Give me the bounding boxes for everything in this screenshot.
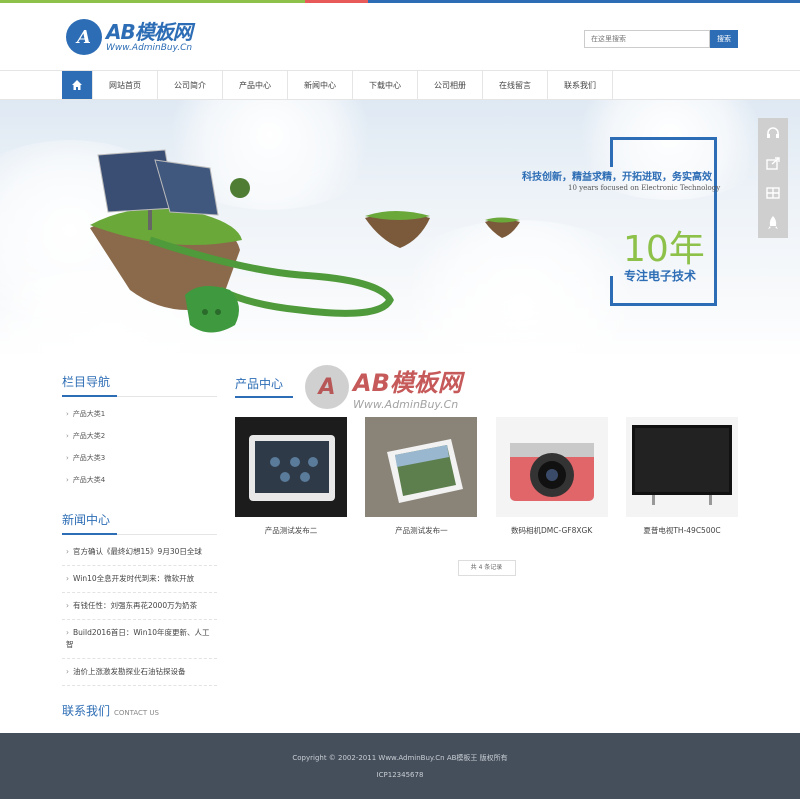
- news-title: 新闻中心: [62, 511, 217, 535]
- solar-island-image: [90, 149, 520, 333]
- product-card[interactable]: 产品测试发布一: [365, 417, 478, 536]
- news-item[interactable]: 有钱任性：刘强东再花2000万为奶茶: [62, 593, 217, 620]
- logo-url: Www.AdminBuy.Cn: [106, 42, 193, 53]
- nav-item-album[interactable]: 公司相册: [418, 71, 483, 99]
- product-section: 产品中心 产品测试发布二 产品测试发布一 数码相机DMC-GF8XGK 夏普电视…: [235, 375, 738, 576]
- share-icon[interactable]: [758, 148, 788, 178]
- home-icon: [72, 80, 82, 90]
- rocket-icon[interactable]: [758, 208, 788, 238]
- footer: Copyright © 2002-2011 Www.AdminBuy.Cn AB…: [0, 733, 800, 799]
- category-item[interactable]: 产品大类3: [62, 447, 217, 469]
- category-list: 产品大类1 产品大类2 产品大类3 产品大类4: [62, 403, 217, 491]
- header: A AB模板网 Www.AdminBuy.Cn 搜索: [0, 3, 800, 70]
- product-card[interactable]: 产品测试发布二: [235, 417, 347, 536]
- search-bar: 搜索: [584, 30, 738, 48]
- banner-focus: 专注电子技术: [624, 269, 697, 283]
- nav-item-news[interactable]: 新闻中心: [288, 71, 353, 99]
- news-item[interactable]: Build2016首日：Win10年度更新、人工智: [62, 620, 217, 659]
- banner-years: 10年: [623, 229, 705, 270]
- product-caption: 产品测试发布二: [264, 526, 318, 535]
- search-button[interactable]: 搜索: [710, 30, 738, 48]
- product-card[interactable]: 夏普电视TH-49C500C: [625, 417, 738, 536]
- nav-item-contact[interactable]: 联系我们: [548, 71, 613, 99]
- category-item[interactable]: 产品大类1: [62, 403, 217, 425]
- headset-icon[interactable]: [758, 118, 788, 148]
- category-nav-title: 栏目导航: [62, 373, 217, 397]
- product-caption: 产品测试发布一: [395, 526, 448, 535]
- contact-title: 联系我们 CONTACT US: [62, 704, 160, 718]
- news-item[interactable]: Win10全息开发时代到来：微软开放: [62, 566, 217, 593]
- category-item[interactable]: 产品大类2: [62, 425, 217, 447]
- product-card[interactable]: 数码相机DMC-GF8XGK: [495, 417, 608, 536]
- product-image: [365, 417, 478, 517]
- nav-item-download[interactable]: 下载中心: [353, 71, 418, 99]
- product-image: [235, 417, 347, 517]
- logo-mark: A: [66, 19, 102, 55]
- main-nav: 网站首页 公司简介 产品中心 新闻中心 下载中心 公司相册 在线留言 联系我们: [0, 70, 800, 100]
- sidebar: 栏目导航 产品大类1 产品大类2 产品大类3 产品大类4 新闻中心 官方确认《最…: [62, 373, 217, 725]
- footer-copyright: Copyright © 2002-2011 Www.AdminBuy.Cn AB…: [292, 754, 508, 762]
- nav-item-message[interactable]: 在线留言: [483, 71, 548, 99]
- site-logo[interactable]: A AB模板网 Www.AdminBuy.Cn: [66, 19, 193, 55]
- nav-item-products[interactable]: 产品中心: [223, 71, 288, 99]
- grid-icon[interactable]: [758, 178, 788, 208]
- banner-slogan: 科技创新，精益求精，开拓进取，务实高效: [522, 172, 712, 183]
- pagination-info: 共 4 条记录: [457, 560, 516, 576]
- footer-icp[interactable]: ICP12345678: [0, 771, 800, 779]
- logo-title: AB模板网: [106, 19, 193, 44]
- product-image: [495, 417, 608, 517]
- nav-item-about[interactable]: 公司简介: [158, 71, 223, 99]
- product-caption: 数码相机DMC-GF8XGK: [511, 526, 593, 535]
- product-grid: 产品测试发布二 产品测试发布一 数码相机DMC-GF8XGK 夏普电视TH-49…: [235, 417, 738, 536]
- news-item[interactable]: 油价上涨激发勘探业石油钻探设备: [62, 659, 217, 686]
- hero-banner[interactable]: 科技创新，精益求精，开拓进取，务实高效 10 years focused on …: [0, 100, 800, 358]
- floating-toolbar: [758, 118, 788, 238]
- category-item[interactable]: 产品大类4: [62, 469, 217, 491]
- search-input[interactable]: [584, 30, 710, 48]
- nav-item-home[interactable]: 网站首页: [93, 71, 158, 99]
- banner-slogan-en: 10 years focused on Electronic Technolog…: [568, 184, 721, 192]
- news-item[interactable]: 官方确认《最终幻想15》9月30日全球: [62, 539, 217, 566]
- nav-home[interactable]: [62, 71, 93, 99]
- product-caption: 夏普电视TH-49C500C: [643, 526, 721, 535]
- product-image: [625, 417, 738, 517]
- news-list: 官方确认《最终幻想15》9月30日全球 Win10全息开发时代到来：微软开放 有…: [62, 539, 217, 686]
- contact-title-en: CONTACT US: [114, 709, 160, 717]
- product-section-title: 产品中心: [235, 375, 738, 398]
